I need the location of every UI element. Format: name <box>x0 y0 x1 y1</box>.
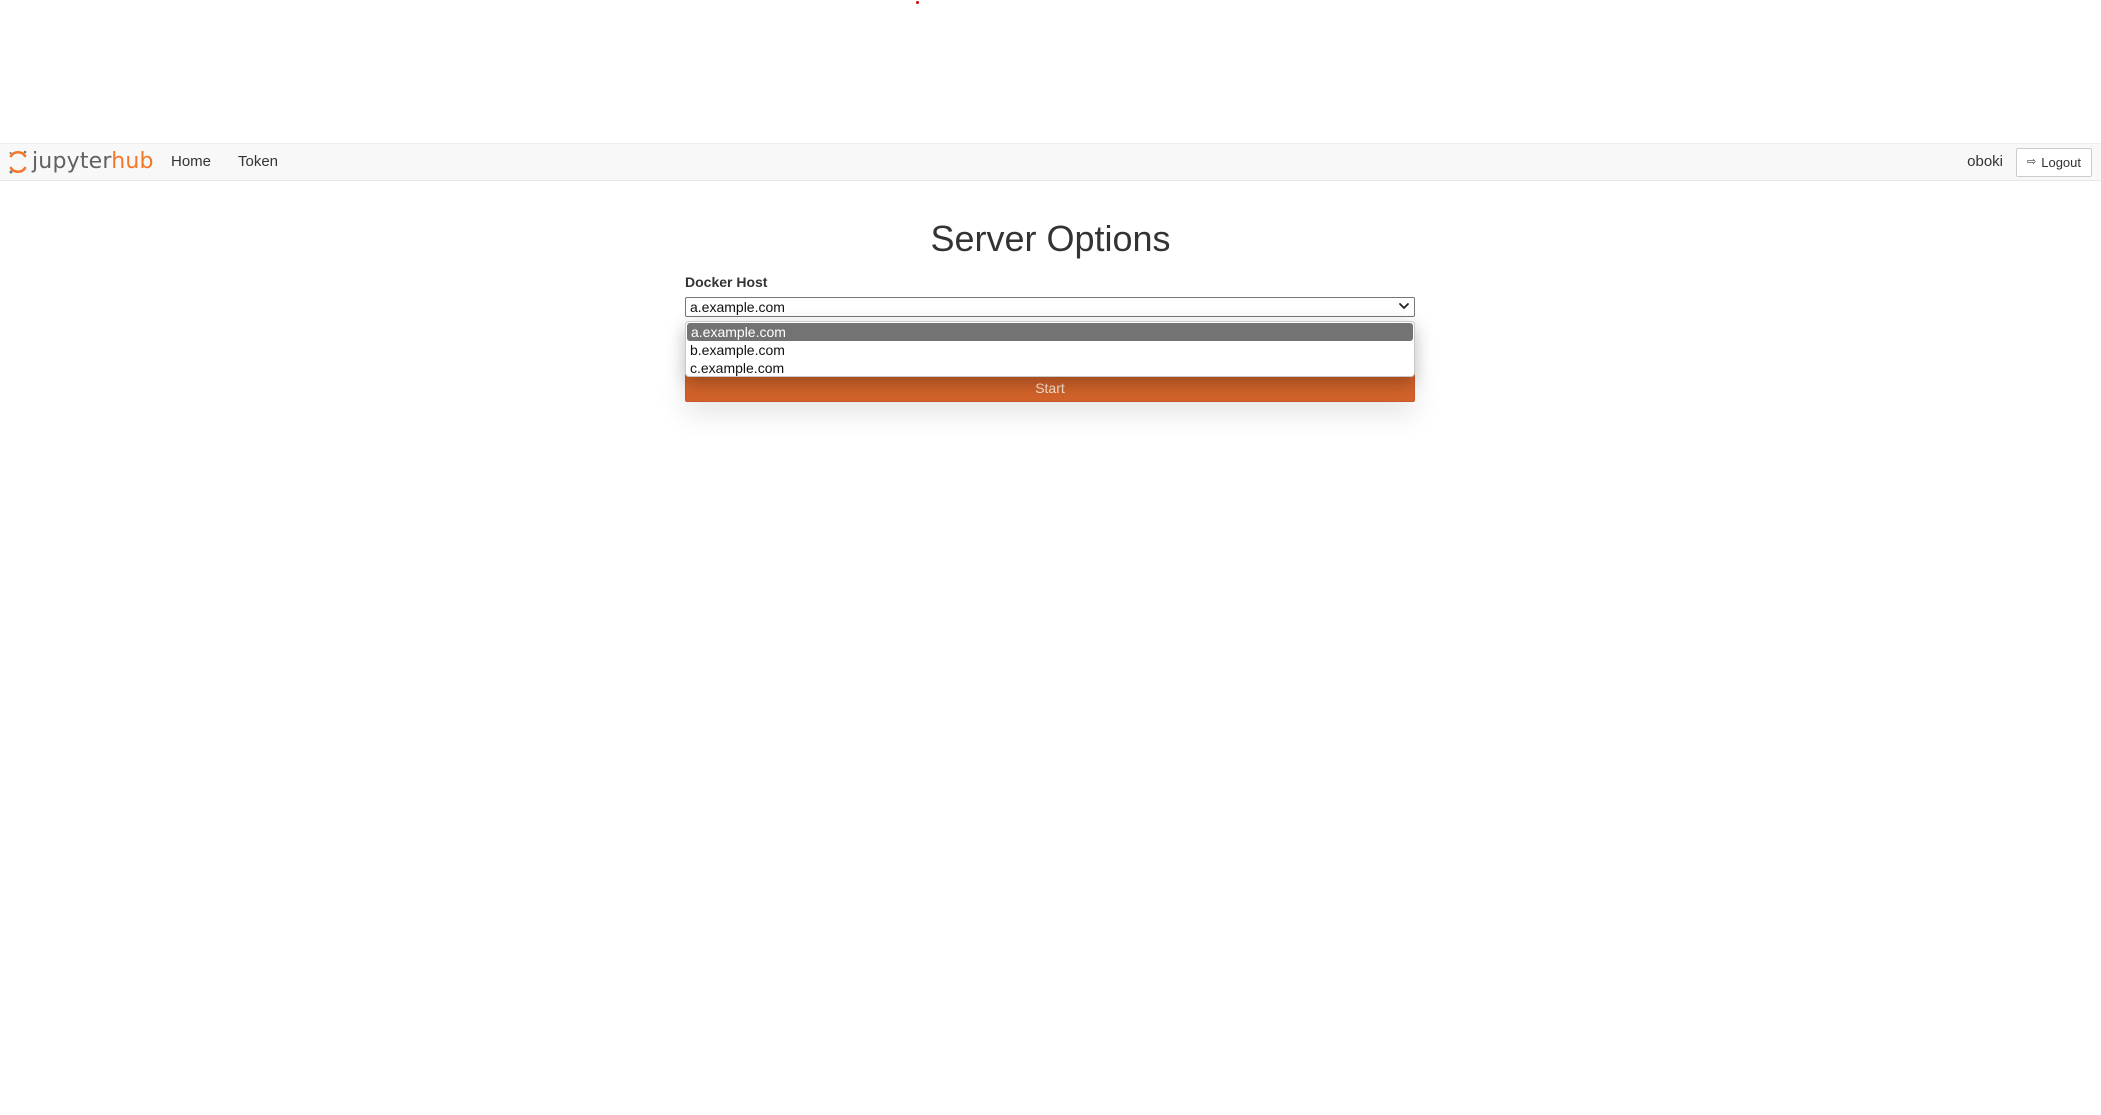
page: jupyterhub Home Token oboki ⇨ Logout Ser… <box>0 0 2101 1115</box>
dropdown-option-b[interactable]: b.example.com <box>686 341 1414 359</box>
red-dot-marker <box>916 1 919 4</box>
nav-home-link[interactable]: Home <box>171 144 211 180</box>
docker-host-selected-value: a.example.com <box>690 299 785 315</box>
dropdown-option-a[interactable]: a.example.com <box>687 323 1413 341</box>
docker-host-select[interactable]: a.example.com <box>685 297 1415 317</box>
logo-text-jupyter: jupyter <box>32 149 112 174</box>
username: oboki <box>1967 153 2003 170</box>
logout-button[interactable]: ⇨ Logout <box>2016 148 2092 177</box>
jupyter-logo-icon <box>9 150 27 174</box>
sign-out-icon: ⇨ <box>2027 156 2037 168</box>
nav-token-link[interactable]: Token <box>238 144 278 180</box>
logo-text: jupyterhub <box>32 146 154 178</box>
jupyterhub-logo[interactable]: jupyterhub <box>8 146 154 178</box>
page-title: Server Options <box>930 218 1171 259</box>
docker-host-dropdown-list: a.example.com b.example.com c.example.co… <box>685 321 1415 377</box>
server-options-form: Docker Host a.example.com Start a.exampl… <box>685 270 1415 402</box>
logout-label: Logout <box>2041 155 2081 170</box>
chevron-down-icon <box>1399 303 1409 309</box>
dropdown-option-c[interactable]: c.example.com <box>686 359 1414 376</box>
docker-host-label: Docker Host <box>685 274 768 290</box>
logo-text-hub: hub <box>111 149 154 174</box>
navbar: jupyterhub Home Token oboki ⇨ Logout <box>0 143 2101 181</box>
